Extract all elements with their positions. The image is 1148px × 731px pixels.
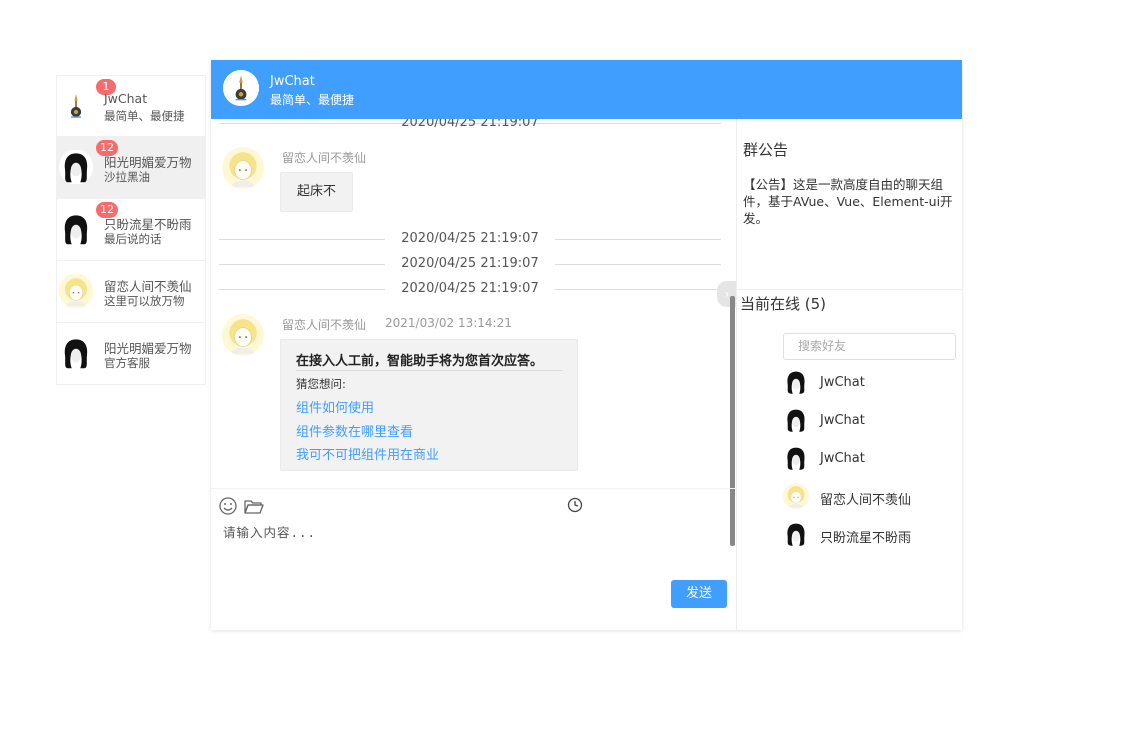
message-time: 2021/03/02 13:14:21 [385,316,512,330]
contact-item[interactable]: 留恋人间不羡仙 这里可以放万物 [56,261,206,323]
avatar [222,314,264,356]
time-divider: 2020/04/25 21:19:07 [219,119,721,131]
avatar [783,445,809,471]
history-clock-icon[interactable] [567,497,587,517]
contact-item[interactable]: 1 JwChat 最简单、最便捷 [56,75,206,137]
message-input[interactable]: 请输入内容... [223,522,723,572]
contact-item[interactable]: 只盼流星不盼雨 最后说的话 12 [56,199,206,261]
notice-title: 群公告 [743,141,789,159]
contact-item[interactable]: 阳光明媚爱万物 官方客服 [56,323,206,385]
avatar [783,369,809,395]
bell-icon [223,70,259,106]
online-user[interactable]: 只盼流星不盼雨 [783,521,953,551]
message-area[interactable]: 2020/04/25 21:19:07 留恋人间不羡仙 起床不 2020/04/… [211,119,736,547]
card-subtitle: 猜您想问: [296,377,346,391]
search-input[interactable]: 搜索好友 [783,333,956,360]
avatar [59,211,93,247]
contact-item[interactable]: 阳光明媚爱万物 沙拉黑油 12 [56,137,206,199]
contact-desc: 沙拉黑油 [104,170,150,184]
contact-desc: 官方客服 [104,356,150,370]
online-user[interactable]: JwChat [783,407,953,437]
avatar [222,147,264,189]
message-sender: 留恋人间不羡仙 [282,151,367,165]
input-toolbar [211,488,736,520]
message-sender: 留恋人间不羡仙 [282,318,367,332]
card-title: 在接入人工前，智能助手将为您首次应答。 [296,354,544,369]
chat-window: JwChat 最简单、最便捷 2020/04/25 21:19:07 留恋人间不… [211,60,962,630]
online-user[interactable]: JwChat [783,445,953,475]
contact-list: 1 JwChat 最简单、最便捷 阳光明媚爱万物 沙拉黑油 12 只盼流星不盼雨… [56,75,206,385]
contact-desc: 这里可以放万物 [104,294,185,308]
suggestion-link[interactable]: 组件如何使用 [296,397,374,416]
divider [296,370,563,371]
side-panel: 群公告 【公告】这是一款高度自由的聊天组件，基于AVue、Vue、Element… [736,119,962,630]
message-bubble: 起床不 [280,172,354,212]
unread-badge: 12 [96,202,118,218]
unread-badge: 12 [96,140,118,156]
suggestion-link[interactable]: 组件参数在哪里查看 [296,421,413,440]
suggestion-link[interactable]: 我可不可把组件用在商业 [296,444,439,463]
notice-body: 【公告】这是一款高度自由的聊天组件，基于AVue、Vue、Element-ui开… [743,177,953,226]
user-name: 只盼流星不盼雨 [820,531,912,546]
folder-icon[interactable] [244,496,264,516]
contact-name: JwChat [104,91,148,106]
online-user[interactable]: 留恋人间不羡仙 [783,483,953,513]
avatar [783,407,809,433]
user-name: JwChat [820,413,865,428]
contact-desc: 最后说的话 [104,232,162,246]
avatar [783,521,809,547]
user-name: 留恋人间不羡仙 [820,493,912,508]
avatar [59,335,93,371]
online-title: 当前在线 (5) [740,295,827,313]
send-button[interactable]: 发送 [671,580,727,608]
smart-reply-card: 在接入人工前，智能助手将为您首次应答。 猜您想问: 组件如何使用 组件参数在哪里… [280,339,578,471]
contact-desc: 最简单、最便捷 [104,109,185,123]
user-name: JwChat [820,375,865,390]
avatar [59,149,93,185]
time-divider: 2020/04/25 21:19:07 [219,281,721,297]
online-user[interactable]: JwChat [783,369,953,399]
divider [737,289,962,290]
avatar [59,273,93,309]
chat-title: JwChat [270,74,315,89]
time-divider: 2020/04/25 21:19:07 [219,231,721,247]
user-name: JwChat [820,451,865,466]
time-divider: 2020/04/25 21:19:07 [219,256,721,272]
avatar [783,483,809,509]
chat-header: JwChat 最简单、最便捷 [211,60,962,119]
emoji-icon[interactable] [218,496,238,516]
bell-icon [59,88,93,124]
chat-subtitle: 最简单、最便捷 [270,93,355,107]
